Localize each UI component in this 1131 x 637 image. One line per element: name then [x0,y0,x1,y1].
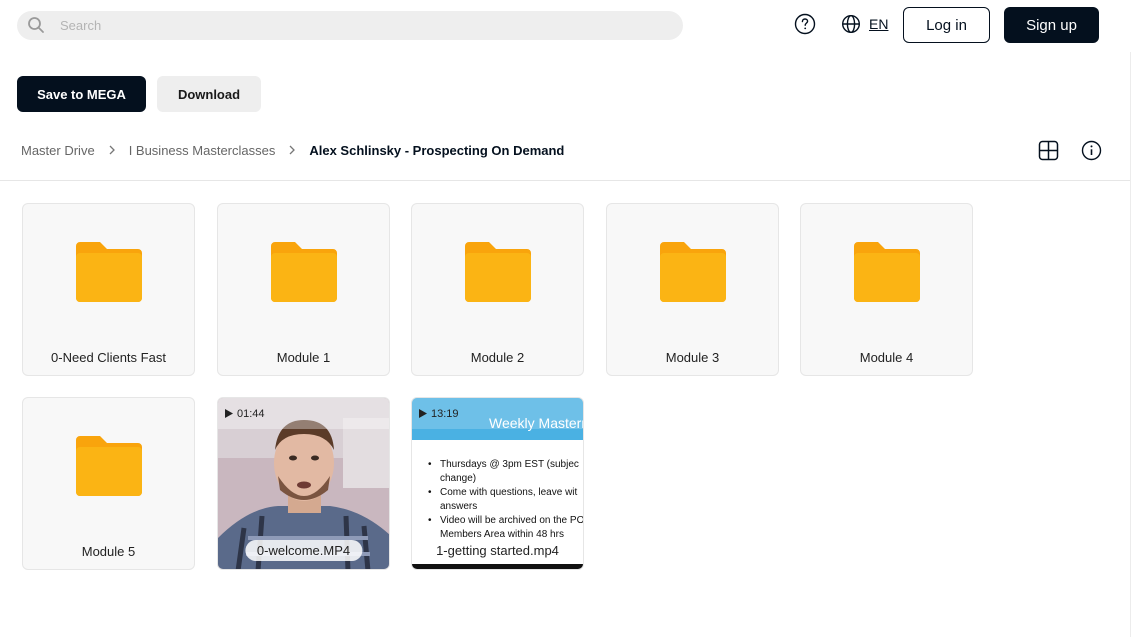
folder-name: Module 5 [81,544,136,559]
folder-tile[interactable]: Module 1 [217,203,390,376]
breadcrumb-item-business-masterclasses[interactable]: I Business Masterclasses [129,143,276,158]
slide-bullets: Thursdays @ 3pm EST (subjec change) Come… [428,458,583,542]
slide-bullet: Thursdays @ 3pm EST (subjec change) [428,458,583,486]
play-icon [419,409,427,418]
video-duration-overlay: 01:44 [218,398,389,429]
folder-name: 0-Need Clients Fast [51,350,166,365]
globe-icon [841,14,861,34]
help-icon[interactable] [794,13,816,35]
folder-name: Module 1 [276,350,331,365]
slide-bullet: Come with questions, leave wit answers [428,486,583,514]
folder-icon [76,242,142,302]
folder-tile[interactable]: Module 2 [411,203,584,376]
folder-name: Module 2 [470,350,525,365]
search-icon [28,17,44,33]
video-duration: 01:44 [237,407,265,420]
breadcrumb: Master Drive I Business Masterclasses Al… [21,141,564,159]
top-bar: EN Log in Sign up [0,0,1131,52]
info-icon[interactable] [1081,140,1102,161]
chevron-right-icon [289,145,296,155]
language-label[interactable]: EN [869,16,888,32]
search-bar[interactable] [17,11,683,40]
folder-tile[interactable]: 0-Need Clients Fast [22,203,195,376]
header-divider [0,180,1131,181]
video-duration-overlay: 13:19 [412,398,583,429]
folder-tile[interactable]: Module 3 [606,203,779,376]
save-to-mega-button[interactable]: Save to MEGA [17,76,146,112]
folder-name: Module 3 [665,350,720,365]
login-button[interactable]: Log in [903,7,990,43]
chevron-right-icon [109,145,115,155]
breadcrumb-current: Alex Schlinsky - Prospecting On Demand [309,142,565,158]
download-button[interactable]: Download [157,76,261,112]
folder-icon [465,242,531,302]
grid-view-icon[interactable] [1038,140,1059,161]
folder-name: Module 4 [859,350,914,365]
video-tile[interactable]: Weekly Masterm Thursdays @ 3pm EST (subj… [411,397,584,570]
folder-tile[interactable]: Module 4 [800,203,973,376]
language-selector[interactable]: EN [841,13,888,35]
folder-tile[interactable]: Module 5 [22,397,195,570]
folder-icon [660,242,726,302]
folder-icon [76,436,142,496]
play-icon [225,409,233,418]
search-input[interactable] [60,11,660,40]
breadcrumb-item-master-drive[interactable]: Master Drive [21,143,95,158]
video-name: 0-welcome.MP4 [244,540,363,561]
signup-button[interactable]: Sign up [1004,7,1099,43]
video-tile[interactable]: 01:44 0-welcome.MP4 [217,397,390,570]
slide-bottom-bar [412,564,583,569]
video-name: 1-getting started.mp4 [424,540,571,561]
folder-icon [271,242,337,302]
slide-bullet: Video will be archived on the PO Members… [428,514,583,542]
folder-icon [854,242,920,302]
video-duration: 13:19 [431,407,459,420]
